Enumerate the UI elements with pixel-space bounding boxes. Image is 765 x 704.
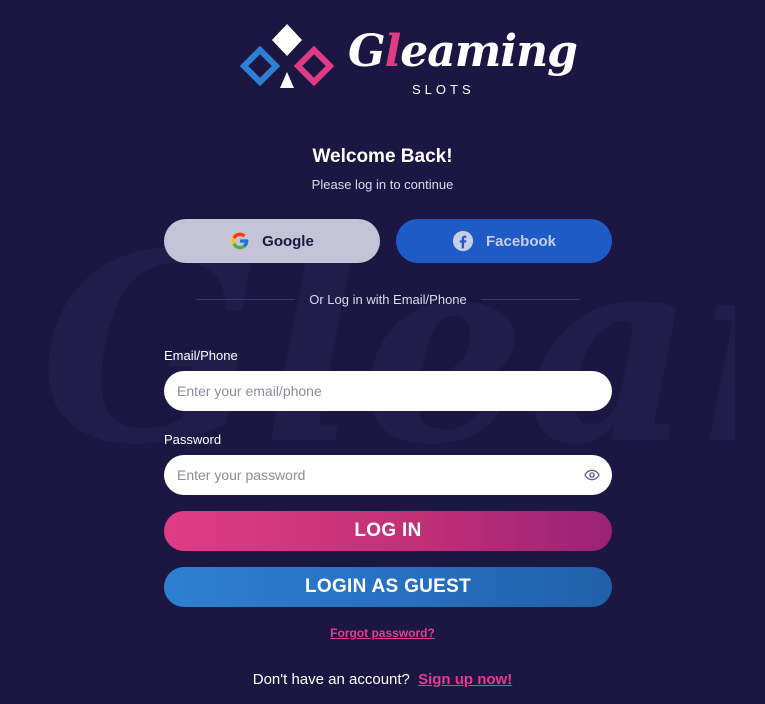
logo-diamonds-icon xyxy=(240,24,335,88)
page-subtitle: Please log in to continue xyxy=(311,177,454,192)
email-field[interactable] xyxy=(164,371,612,411)
page-title: Welcome Back! xyxy=(312,146,453,167)
password-field[interactable] xyxy=(164,455,612,495)
google-login-button[interactable]: Google xyxy=(164,219,380,263)
login-button[interactable]: LOG IN xyxy=(164,511,612,551)
brand-logo: Gleaming SLOTS xyxy=(240,22,578,100)
signup-link[interactable]: Sign up now! xyxy=(418,671,512,688)
divider-line-left xyxy=(196,298,296,300)
signup-prompt: Don't have an account? xyxy=(252,671,410,688)
background-watermark: Gleaming xyxy=(40,197,735,500)
email-label: Email/Phone xyxy=(164,348,238,363)
eye-icon[interactable] xyxy=(584,467,600,483)
brand-wordmark: Gleaming xyxy=(348,26,578,77)
password-field-wrap xyxy=(164,455,612,495)
email-field-wrap xyxy=(164,371,612,411)
facebook-icon xyxy=(452,230,474,252)
password-label: Password xyxy=(164,432,222,447)
guest-login-button[interactable]: LOGIN AS GUEST xyxy=(164,567,612,607)
signup-row: Don't have an account? Sign up now! xyxy=(0,671,765,688)
divider-line-right xyxy=(480,298,580,300)
facebook-login-button[interactable]: Facebook xyxy=(396,219,612,263)
forgot-password-row: Forgot password? xyxy=(0,626,765,640)
divider-text: Or Log in with Email/Phone xyxy=(309,291,467,307)
brand-subtitle: SLOTS xyxy=(412,82,475,97)
google-login-label: Google xyxy=(262,232,314,250)
divider: Or Log in with Email/Phone xyxy=(196,290,580,308)
forgot-password-link[interactable]: Forgot password? xyxy=(330,626,435,640)
facebook-login-label: Facebook xyxy=(485,232,557,250)
google-icon xyxy=(231,232,249,250)
